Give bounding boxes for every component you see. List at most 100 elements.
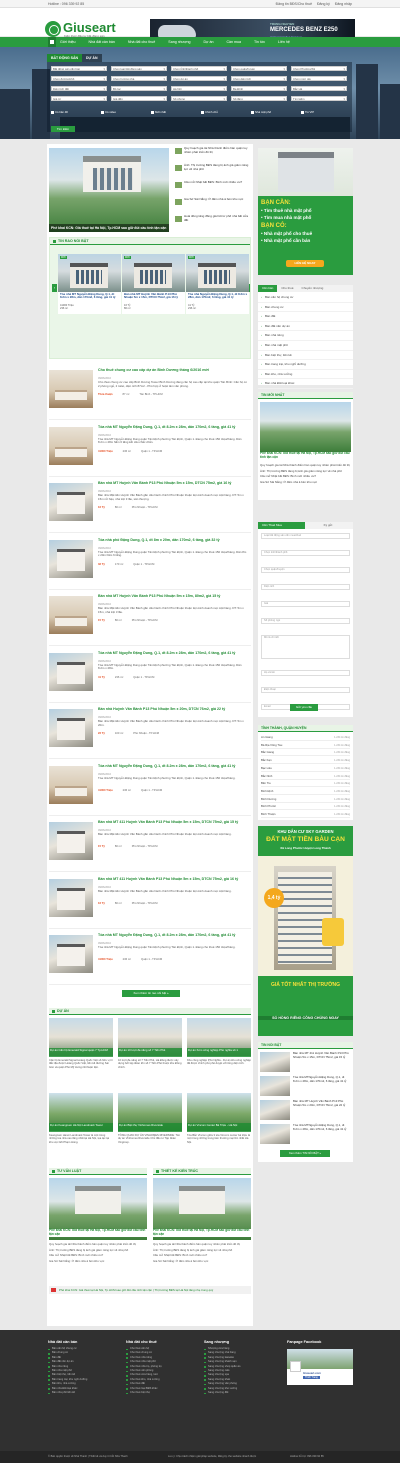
- featured-image[interactable]: Phê khai KCN: Giá thuê tại Hà Nội, Tp.HC…: [49, 148, 169, 232]
- project-title[interactable]: Dự án Biệt thự Vinhomes Riverside: [118, 1123, 182, 1132]
- news-title[interactable]: Ảnh: Thị trường BĐS đang bị ảnh giá giảm…: [184, 163, 250, 171]
- province-name[interactable]: Bắc Giang: [261, 750, 274, 754]
- listing-image[interactable]: [49, 822, 93, 860]
- search-select[interactable]: Chọn quận/huyện: [231, 66, 287, 71]
- province-row[interactable]: Bắc Giang 1.234 tin đăng: [261, 749, 350, 757]
- hot-card-title[interactable]: Tòa nhà Nguyễn Đặng Dung, Q.1, dt 8.2m x…: [188, 292, 248, 300]
- featured-sidebar-item[interactable]: Tòa nhà MTNguyễn Đặng Dung, Q.1, dt 8.2m…: [260, 1075, 351, 1098]
- tab-transfer[interactable]: Chuyển nhượng: [298, 285, 328, 292]
- province-row[interactable]: Bình Thuận 1.234 tin đăng: [261, 811, 350, 818]
- listing-title[interactable]: Tòa nhà MT Nguyễn Đặng Dung, Q.1, dt 8.2…: [98, 764, 250, 768]
- search-select[interactable]: Bất động sản cần bán: [51, 66, 107, 71]
- ad-banner-street-house[interactable]: BẠN CẦN: • Tìm thuê nhà mặt phố • Tìm mu…: [258, 148, 353, 275]
- search-select[interactable]: Số phòng: [171, 96, 227, 101]
- search-select[interactable]: Diện tích đất: [51, 86, 107, 91]
- news-link[interactable]: Cầu mở Nhật bất BĐS: Bình mới nhiều ưu?: [153, 1254, 251, 1258]
- listing-row[interactable]: Tòa nhà MT Nguyễn Đặng Dung, Q.1, dt 8.2…: [49, 649, 251, 703]
- province-row[interactable]: Bạc Liêu 1.234 tin đăng: [261, 765, 350, 772]
- nav-item[interactable]: Dự án: [203, 40, 213, 44]
- province-row[interactable]: Bình Phước 1.234 tin đăng: [261, 803, 350, 811]
- listing-row[interactable]: Cho thuê chung cư cao cấp dự án Bình Dươ…: [49, 366, 251, 420]
- latest-news-link[interactable]: Cầu mở Nhật bất BĐS: Bình mới nhiều ưu?: [260, 475, 351, 479]
- listing-title[interactable]: Tòa nhà MT Nguyễn Đặng Dung, Q.1, dt 8.2…: [98, 425, 250, 429]
- news-title[interactable]: Quy hoạch gia tài Nhà thành điểm hàn quậ…: [184, 146, 250, 154]
- contact-now-button[interactable]: LIÊN HỆ NGAY: [286, 260, 324, 267]
- tab-buy-rent[interactable]: Cần Thuê Mua: [258, 522, 305, 529]
- hot-card-title[interactable]: Bán nhà MT Huỳnh Văn Bánh P.13 Phú Nhuận…: [124, 292, 184, 300]
- featured-sidebar-item[interactable]: Bán nhà MT Huỳnh Văn Bánh P13 Phú Nhuận …: [260, 1099, 351, 1122]
- project-card[interactable]: Dự án Biệt thự Vinhomes Riverside TỔNG QU…: [118, 1093, 182, 1171]
- province-name[interactable]: Bình Dương: [261, 797, 276, 801]
- news-caption[interactable]: Phê khai KCN: Giá thuê tại Hà Nội, Tp.HC…: [49, 1228, 147, 1237]
- search-select[interactable]: Chọn đường/phố: [51, 76, 107, 81]
- listing-title[interactable]: Cho thuê chung cư cao cấp dự án Bình Dươ…: [98, 368, 250, 372]
- listing-row[interactable]: Bán nhà MT 411 Huỳnh Văn Bánh P13 Phú Nh…: [49, 875, 251, 929]
- search-select[interactable]: Giá đến: [111, 96, 167, 101]
- nav-item[interactable]: Nhà đất cho thuê: [128, 40, 155, 44]
- hot-card[interactable]: MỚI Bán nhà MT Huỳnh Văn Bánh P.13 Phú Nh…: [122, 254, 185, 314]
- category-link[interactable]: Bán căn hộ chung cư: [258, 293, 353, 303]
- nav-item[interactable]: Giới thiệu: [60, 40, 76, 44]
- listing-image[interactable]: [186, 254, 249, 292]
- more-featured-button[interactable]: Xem thêm TIN NỔI BẬT »: [280, 1150, 330, 1157]
- category-link[interactable]: Bán nhà Đất loại khác: [258, 379, 353, 389]
- listing-image[interactable]: [49, 596, 93, 634]
- footer-link[interactable]: Cho thuê biệt thự: [126, 1391, 198, 1395]
- latest-news-caption[interactable]: Phê khai KCN: Giá thuê tại Hà Nội, Tp.HC…: [260, 451, 351, 460]
- more-hot-button[interactable]: Xem thêm tin rao nổi bật »: [122, 990, 180, 997]
- form-field[interactable]: Chọn quận/huyện: [261, 567, 350, 573]
- province-name[interactable]: Bình Thuận: [261, 812, 275, 816]
- listing-row[interactable]: Tòa nhà MT Nguyễn Đặng Dung, Q.1, dt 8.2…: [49, 423, 251, 477]
- listing-image[interactable]: [49, 765, 93, 804]
- filter-checkbox[interactable]: Nhà mặt phố: [251, 110, 271, 114]
- page-name[interactable]: Giuseart.com: [303, 1371, 321, 1375]
- nav-item[interactable]: Liên hệ: [278, 40, 290, 44]
- search-select[interactable]: Chọn hướng nhà: [111, 76, 167, 81]
- hot-card[interactable]: MỚI Tòa nhà Nguyễn Đặng Dung, Q.1, dt 8.2…: [186, 254, 249, 314]
- search-select[interactable]: Chọn Phường/Xã: [291, 66, 347, 71]
- news-link[interactable]: Cầu mở Nhật bất BĐS: Bình mới nhiều ưu?: [49, 1254, 147, 1258]
- province-name[interactable]: Bắc Ninh: [261, 774, 272, 778]
- tab-for-sale[interactable]: Cần bán: [258, 285, 278, 292]
- tab-projects[interactable]: DỰ ÁN: [82, 54, 102, 62]
- tab-for-rent[interactable]: Cho thuê: [277, 285, 297, 292]
- form-field[interactable]: Diện tích: [261, 584, 350, 590]
- listing-image[interactable]: [49, 426, 93, 465]
- latest-news-link[interactable]: Quy hoạch gia tài Nhà thành điểm hàn quậ…: [260, 463, 351, 468]
- province-row[interactable]: Bà Rịa Vũng Tàu 1.234 tin đăng: [261, 742, 350, 749]
- project-card[interactable]: Dự án Vincom Center Bà Triệu - Hà Nội Tòa…: [187, 1093, 251, 1171]
- featured-sidebar-image[interactable]: [260, 1100, 290, 1120]
- listing-title[interactable]: Bán nhà Huỳnh Văn Bánh P13 Phú Nhuận 5m …: [98, 707, 250, 711]
- hot-card[interactable]: MỚI Tòa nhà MT Nguyễn Đặng Dung, Q.1, dt …: [58, 254, 121, 314]
- form-field[interactable]: Mô tả chi tiết: [261, 635, 350, 659]
- listing-image[interactable]: [122, 254, 185, 292]
- search-select[interactable]: Tìm kiếm: [291, 96, 347, 101]
- category-link[interactable]: Bán đất: [258, 312, 353, 322]
- news-link[interactable]: Gia Sờ Sâi Nắng: Ở đâm nhà ả bên khu vực: [49, 1259, 147, 1264]
- featured-sidebar-image[interactable]: [260, 1076, 290, 1096]
- news-title[interactable]: Hoài đông tăng đồng giá hết từ phố nhà b…: [184, 214, 250, 222]
- submit-request-button[interactable]: Gửi yêu cầu: [290, 704, 318, 711]
- news-title[interactable]: Cầu mở Nhật bất BĐS: Bình mới nhiều ưu?: [184, 180, 250, 185]
- news-link[interactable]: Ảnh: Thị trường BĐS đang bị ảnh giá giảm…: [153, 1248, 251, 1253]
- listing-title[interactable]: Bán nhà MT Huỳnh Văn Bánh P13 Phú Nhuận …: [98, 481, 250, 485]
- province-row[interactable]: Bình Định 1.234 tin đăng: [261, 788, 350, 795]
- news-link[interactable]: Gia Sờ Sâi Nắng: Ở đâm nhà ả bên khu vực: [153, 1259, 251, 1264]
- search-select[interactable]: Hà Nội: [171, 86, 227, 91]
- project-title[interactable]: Dự án Vincom Center Bà Triệu - Hà Nội: [187, 1123, 251, 1132]
- featured-sidebar-item[interactable]: Tòa nhà MTNguyễn Đặng Dung, Q.1, dt 8.2m…: [260, 1123, 351, 1146]
- province-row[interactable]: Bắc Kạn 1.234 tin đăng: [261, 757, 350, 765]
- category-link[interactable]: Bán đất nền dự án: [258, 322, 353, 332]
- listing-row[interactable]: Bán nhà MT Huỳnh Văn Bánh P13 Phú Nhuận …: [49, 479, 251, 533]
- category-link[interactable]: Bán biệt thự, liền kề: [258, 351, 353, 361]
- category-link[interactable]: Bán nhà mặt phố: [258, 341, 353, 351]
- listing-image[interactable]: [58, 254, 121, 292]
- form-field[interactable]: Giá: [261, 601, 350, 607]
- footer-link[interactable]: Sang nhượng đất: [204, 1391, 276, 1395]
- news-ticker[interactable]: Phê khai KCN: Giá thuê tại Hà Nội, Tp.HC…: [49, 1286, 251, 1294]
- province-name[interactable]: Bắc Kạn: [261, 758, 272, 762]
- listing-title[interactable]: Tòa nhà MT Nguyễn Đặng Dung, Q.1, dt 8.2…: [98, 651, 250, 655]
- category-link[interactable]: Bán kho, nhà xưởng: [258, 370, 353, 380]
- search-select[interactable]: Chọn dự án: [171, 76, 227, 81]
- province-name[interactable]: Bình Phước: [261, 804, 276, 808]
